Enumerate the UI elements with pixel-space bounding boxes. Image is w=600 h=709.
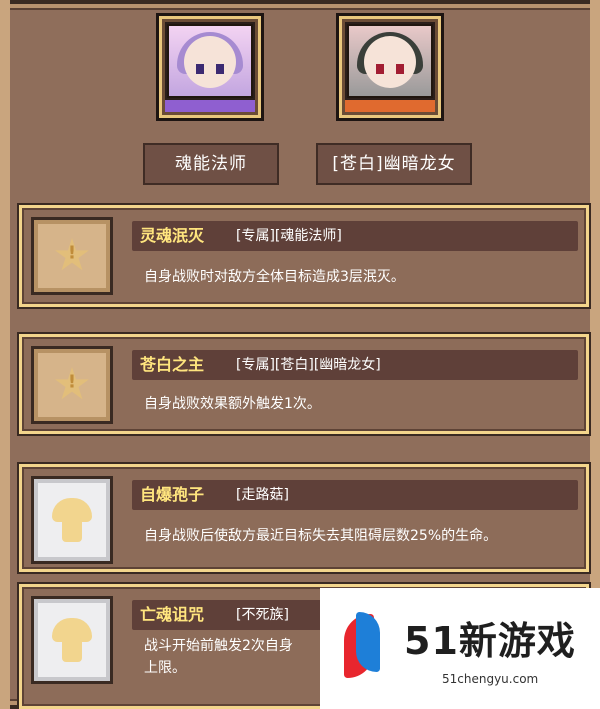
skill-name: 苍白之主 xyxy=(140,355,205,374)
skill-title-bar: 自爆孢子 [走路菇] xyxy=(132,480,578,510)
skill-description: 战斗开始前触发2次自身 上限。 xyxy=(144,635,334,679)
portrait-face xyxy=(184,36,236,89)
skill-tags: [专属][苍白][幽暗龙女] xyxy=(236,357,381,373)
watermark-url: 51chengyu.com xyxy=(442,672,539,686)
skill-name: 亡魂诅咒 xyxy=(140,605,205,624)
skill-icon-box: ★ ! xyxy=(31,346,113,424)
skill-tags: [走路菇] xyxy=(236,487,289,503)
skill-card[interactable]: ★ ! 灵魂泯灭 [专属][魂能法师] 自身战败时对敌方全体目标造成3层泯灭。 xyxy=(19,205,589,307)
portrait-eye xyxy=(196,64,204,75)
rarity-bar xyxy=(345,100,435,112)
skill-description: 自身战败效果额外触发1次。 xyxy=(144,396,321,412)
character-portrait-dark-dragon-girl[interactable] xyxy=(336,13,444,121)
portrait-eye xyxy=(216,64,224,75)
exclamation-mark: ! xyxy=(67,242,77,264)
character-name-plate: [苍白]幽暗龙女 xyxy=(316,143,472,185)
skill-description-line: 战斗开始前触发2次自身 xyxy=(144,638,293,654)
skill-icon-box: ★ ! xyxy=(31,217,113,295)
skill-title-bar: 苍白之主 [专属][苍白][幽暗龙女] xyxy=(132,350,578,380)
brand-logo-icon xyxy=(340,610,386,682)
skill-description-line: 上限。 xyxy=(144,660,186,676)
exclamation-mark: ! xyxy=(67,371,77,393)
skill-title-bar: 灵魂泯灭 [专属][魂能法师] xyxy=(132,221,578,251)
mushroom-icon xyxy=(52,498,92,542)
skill-card[interactable]: 自爆孢子 [走路菇] 自身战败后使敌方最近目标失去其阻碍层数25%的生命。 xyxy=(19,464,589,572)
portrait-art xyxy=(167,24,253,98)
skill-card[interactable]: ★ ! 苍白之主 [专属][苍白][幽暗龙女] 自身战败效果额外触发1次。 xyxy=(19,334,589,434)
character-name-plate: 魂能法师 xyxy=(143,143,279,185)
mushroom-icon xyxy=(52,618,92,662)
portrait-eye xyxy=(376,64,384,75)
skill-description: 自身战败后使敌方最近目标失去其阻碍层数25%的生命。 xyxy=(144,528,498,544)
panel-left-edge xyxy=(0,0,10,709)
skill-icon-box xyxy=(31,476,113,564)
skill-name: 自爆孢子 xyxy=(140,485,205,504)
skill-icon-box xyxy=(31,596,113,684)
site-watermark: 51新游戏 51chengyu.com xyxy=(320,588,600,709)
portrait-art xyxy=(347,24,433,98)
skill-description: 自身战败时对敌方全体目标造成3层泯灭。 xyxy=(144,269,405,285)
portrait-face xyxy=(364,36,416,89)
skill-tags: [专属][魂能法师] xyxy=(236,228,342,244)
skill-name: 灵魂泯灭 xyxy=(140,226,205,245)
watermark-brand: 51新游戏 xyxy=(404,619,576,663)
character-portrait-soul-mage[interactable] xyxy=(156,13,264,121)
portrait-eye xyxy=(396,64,404,75)
rarity-bar xyxy=(165,100,255,112)
skill-tags: [不死族] xyxy=(236,607,289,623)
